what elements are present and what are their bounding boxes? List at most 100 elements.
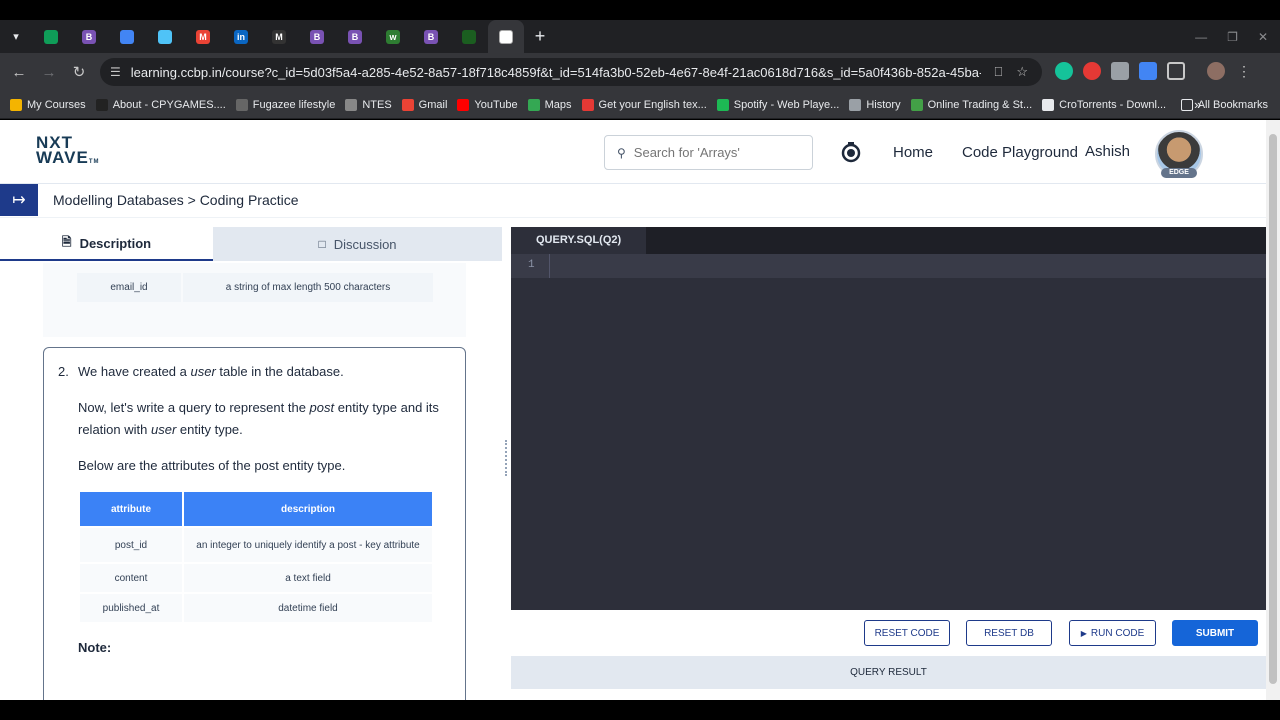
site-info-icon[interactable]: ☰ <box>110 65 121 79</box>
browser-tab[interactable] <box>488 20 524 53</box>
browser-tab[interactable] <box>146 20 184 53</box>
bookmark-item[interactable]: Gmail <box>401 98 447 111</box>
question-line-2: Now, let's write a query to represent th… <box>78 397 440 441</box>
browser-tab[interactable]: w <box>374 20 412 53</box>
tab-discussion-label: Discussion <box>333 236 397 252</box>
bookmark-item[interactable]: Spotify - Web Playe... <box>716 98 839 111</box>
bookmark-label: Online Trading & St... <box>927 98 1033 111</box>
grammarly-icon[interactable] <box>1055 62 1073 80</box>
nxtwave-tab-icon <box>499 29 513 44</box>
bookmark-item[interactable]: About - CPYGAMES.... <box>95 98 226 111</box>
browser-tab[interactable]: M <box>260 20 298 53</box>
logo-tm: TM <box>88 159 100 165</box>
bootstrap-icon: B <box>348 29 362 44</box>
reset-db-button[interactable]: RESET DB <box>966 620 1052 646</box>
table-row: post_id an integer to uniquely identify … <box>80 528 432 562</box>
bookmark-star-icon[interactable]: ☆ <box>1016 64 1028 80</box>
forward-icon[interactable]: → <box>34 64 64 81</box>
more-vert-icon[interactable]: ⋮ <box>1235 62 1253 80</box>
nav-code-playground-link[interactable]: Code Playground <box>962 144 1078 161</box>
stopwatch-icon[interactable] <box>840 141 862 163</box>
new-tab-button[interactable]: + <box>524 20 556 53</box>
tab-description[interactable]: 🗎 Description <box>0 227 213 261</box>
toggle-sidebar-button[interactable]: ↦ <box>0 184 38 216</box>
reset-code-button[interactable]: RESET CODE <box>864 620 950 646</box>
bookmark-favicon-icon <box>401 98 414 111</box>
editor-active-line[interactable]: 1 <box>511 254 1266 278</box>
web-page: NXT WAVETM ⚲ Home Code Playground Ashish… <box>0 120 1266 700</box>
browser-tab[interactable]: B <box>336 20 374 53</box>
browser-tab[interactable]: M <box>184 20 222 53</box>
nxtwave-logo[interactable]: NXT WAVETM <box>36 134 100 170</box>
bookmark-favicon-icon <box>10 98 22 111</box>
search-box[interactable]: ⚲ <box>604 135 813 170</box>
table-header-row: attribute description <box>80 492 432 526</box>
bookmark-item[interactable]: History <box>849 98 901 111</box>
bookmark-item[interactable]: YouTube <box>457 98 518 111</box>
address-bar[interactable]: ☰ learning.ccbp.in/course?c_id=5d03f5a4-… <box>100 58 1042 86</box>
minimize-icon[interactable]: — <box>1195 30 1207 44</box>
site-header: NXT WAVETM ⚲ Home Code Playground Ashish… <box>0 120 1266 184</box>
linkedin-icon: in <box>234 29 248 44</box>
bookmarks-bar: My Courses About - CPYGAMES.... Fugazee li… <box>0 91 1280 119</box>
user-name[interactable]: Ashish <box>1085 143 1130 160</box>
bookmark-favicon-icon <box>235 98 248 111</box>
back-icon[interactable]: ← <box>4 64 34 81</box>
bookmark-item[interactable]: Fugazee lifestyle <box>235 98 335 111</box>
browser-tab[interactable] <box>450 20 488 53</box>
bookmark-label: Get your English tex... <box>598 98 707 111</box>
m-icon: M <box>272 29 286 44</box>
grid-icon <box>462 29 476 44</box>
bookmark-label: History <box>866 98 901 111</box>
bookmark-favicon-icon <box>910 98 923 111</box>
profile-avatar-icon[interactable] <box>1207 62 1225 80</box>
bookmark-item[interactable]: Get your English tex... <box>581 98 707 111</box>
browser-tab[interactable] <box>32 20 70 53</box>
chat-icon: □ <box>318 237 326 251</box>
bookmark-item[interactable]: My Courses <box>10 98 86 111</box>
bookmark-item[interactable]: CroTorrents - Downl... <box>1042 98 1166 111</box>
extension-shield-icon[interactable] <box>1111 62 1129 80</box>
extension-red-icon[interactable] <box>1083 62 1101 80</box>
close-icon[interactable]: ✕ <box>1258 30 1268 44</box>
browser-tab-bar: ▾ B Min M B Bw B + — ❐ ✕ <box>0 20 1280 53</box>
submit-button[interactable]: SUBMIT <box>1172 620 1258 646</box>
browser-tab[interactable] <box>108 20 146 53</box>
bookmark-item[interactable]: NTES <box>345 98 392 111</box>
install-app-icon[interactable]: ⎕ <box>995 64 1003 80</box>
all-bookmarks-button[interactable]: All Bookmarks <box>1180 98 1268 111</box>
panel-resize-handle[interactable] <box>505 440 508 476</box>
bookmark-item[interactable]: Maps <box>527 98 572 111</box>
text-span: table in the database. <box>215 364 344 379</box>
browser-tab[interactable]: in <box>222 20 260 53</box>
bookmark-item[interactable]: Online Trading & St... <box>910 98 1033 111</box>
url-text: learning.ccbp.in/course?c_id=5d03f5a4-a2… <box>130 64 981 80</box>
search-input[interactable] <box>633 145 794 160</box>
browser-tab[interactable]: B <box>298 20 336 53</box>
tab-search-menu[interactable]: ▾ <box>0 20 32 53</box>
run-code-button[interactable]: ▶ RUN CODE <box>1069 620 1156 646</box>
user-attributes-table: email_id a string of max length 500 char… <box>75 273 435 302</box>
nav-home-link[interactable]: Home <box>893 144 933 161</box>
browser-tab[interactable]: B <box>70 20 108 53</box>
editor-code-area[interactable] <box>561 278 1261 608</box>
description-panel: email_id a string of max length 500 char… <box>0 263 502 700</box>
table-cell: content <box>80 564 182 592</box>
page-scrollbar[interactable] <box>1266 120 1280 700</box>
puzzle-icon[interactable] <box>1167 62 1185 80</box>
tab-query-sql[interactable]: QUERY.SQL(Q2) <box>511 227 647 254</box>
scrollbar-thumb[interactable] <box>1269 134 1277 684</box>
breadcrumb-bar: ↦ Modelling Databases > Coding Practice <box>0 184 1266 218</box>
column-header-attribute: attribute <box>80 492 182 526</box>
reload-icon[interactable]: ↻ <box>64 63 94 81</box>
browser-tab[interactable]: B <box>412 20 450 53</box>
bookmark-label: About - CPYGAMES.... <box>112 98 226 111</box>
table-cell: post_id <box>80 528 182 562</box>
restore-icon[interactable]: ❐ <box>1227 30 1238 44</box>
query-result-bar[interactable]: QUERY RESULT <box>511 656 1266 689</box>
extensions-area: ⋮ <box>1055 62 1253 80</box>
extension-blue-icon[interactable] <box>1139 62 1157 80</box>
chevron-down-icon: ▾ <box>13 31 19 43</box>
tab-discussion[interactable]: □ Discussion <box>213 227 502 261</box>
expand-sidebar-icon: ↦ <box>12 192 26 209</box>
